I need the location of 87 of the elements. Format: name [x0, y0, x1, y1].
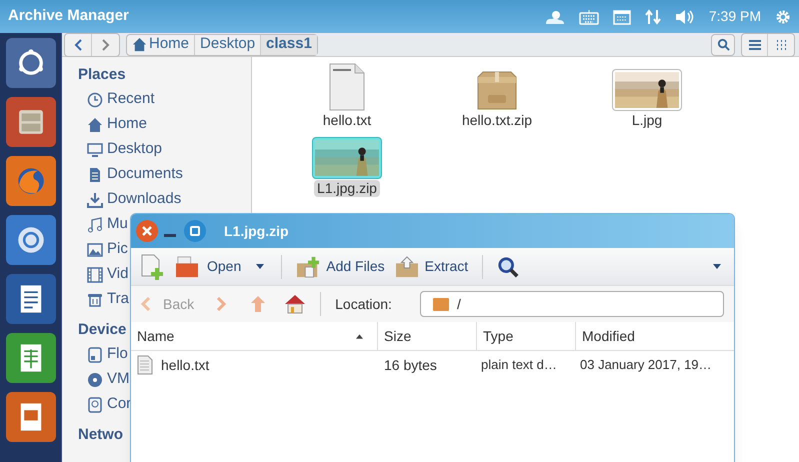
open-button[interactable]: Open	[171, 252, 246, 282]
arrow-up-icon	[250, 295, 266, 313]
sidebar-item[interactable]: Home	[78, 112, 148, 137]
search-icon	[497, 256, 520, 278]
caret-icon	[256, 264, 264, 269]
file-name[interactable]: L.jpg	[628, 112, 666, 129]
new-file-icon	[141, 254, 163, 280]
document-icon[interactable]	[6, 274, 56, 324]
sidebar-item[interactable]: Downloads	[78, 187, 182, 212]
presentation-icon[interactable]	[6, 392, 56, 442]
package-icon	[475, 71, 519, 111]
box-plus-icon	[296, 256, 320, 278]
breadcrumb[interactable]: class1	[261, 34, 317, 54]
location-label: Location:	[335, 294, 392, 314]
maximize-button[interactable]	[184, 220, 206, 242]
close-icon	[142, 226, 152, 236]
sidebar-item[interactable]: Cor	[78, 392, 132, 417]
chevron-left-icon	[74, 38, 82, 50]
dash-icon[interactable]	[6, 38, 56, 88]
chevron-right-icon	[102, 38, 110, 50]
hard-drive-icon	[87, 396, 103, 412]
sidebar-heading: Netwo	[78, 425, 123, 445]
close-button[interactable]	[136, 220, 158, 242]
music-note-icon	[87, 216, 103, 232]
file-cabinet-icon[interactable]	[6, 97, 56, 147]
sidebar-item[interactable]: Vid	[78, 262, 128, 287]
search-icon	[716, 38, 730, 51]
browser-icon[interactable]	[6, 156, 56, 206]
sidebar-heading: Places	[78, 65, 126, 85]
file-name[interactable]: L1.jpg.zip	[314, 180, 380, 197]
sidebar-item[interactable]: Recent	[78, 87, 155, 112]
file-name[interactable]: hello.txt	[320, 112, 374, 129]
trash-icon	[87, 292, 103, 308]
keyboard-icon[interactable]	[578, 8, 599, 24]
disc-icon	[87, 372, 103, 388]
sidebar-item[interactable]: VM	[78, 367, 130, 392]
settings-icon[interactable]	[775, 8, 791, 24]
download-icon	[87, 192, 103, 208]
image-icon	[87, 242, 103, 258]
sidebar-item[interactable]: Desktop	[78, 137, 162, 162]
home-button[interactable]	[284, 294, 306, 314]
folder-icon	[175, 256, 199, 278]
location-field[interactable]: /	[420, 291, 724, 317]
text-file-icon	[329, 63, 365, 111]
sidebar-item[interactable]: Flo	[78, 342, 128, 367]
table-cell-text: plain text d…	[480, 356, 558, 374]
table-cell-text: 03 January 2017, 19…	[579, 356, 713, 374]
table-cell-text: 16 bytes	[383, 356, 438, 375]
file-name[interactable]: hello.txt.zip	[458, 112, 536, 129]
window-title: Archive Manager	[8, 6, 129, 26]
breadcrumb[interactable]: Home	[127, 34, 196, 54]
sidebar-item[interactable]: Documents	[78, 162, 183, 187]
text-file-icon	[137, 355, 153, 375]
extract-button[interactable]: Extract	[392, 252, 470, 282]
table-cell-text: hello.txt	[161, 356, 210, 374]
volume-icon[interactable]	[674, 8, 695, 24]
ring-icon[interactable]	[6, 215, 56, 265]
menu-icon	[748, 40, 760, 50]
sidebar-item[interactable]: Tra	[78, 287, 129, 312]
chevron-left-icon	[141, 297, 151, 311]
column-header[interactable]: Type	[477, 322, 576, 350]
column-header[interactable]: Modified	[576, 322, 734, 350]
film-icon	[87, 266, 103, 282]
caret-icon	[713, 264, 721, 269]
monitor-icon	[87, 142, 103, 158]
clock-icon	[87, 92, 103, 108]
sidebar-item[interactable]: Pic	[78, 237, 128, 262]
sidebar-item[interactable]: Mu	[78, 212, 128, 237]
sidebar-heading: Device	[78, 320, 126, 340]
column-header[interactable]: Name	[131, 322, 378, 350]
column-header[interactable]: Size	[378, 322, 477, 350]
file-row[interactable]: hello.txt 16 bytes plain text d… 03 January 2017, 19…	[131, 351, 734, 379]
new-archive-button[interactable]	[139, 252, 165, 282]
house-icon	[284, 294, 306, 314]
folder-icon	[432, 297, 449, 311]
calendar-icon[interactable]	[612, 8, 631, 24]
grid-icon	[776, 40, 786, 50]
home-icon	[87, 116, 103, 132]
chevron-right-icon	[216, 297, 226, 311]
home-icon	[132, 37, 147, 52]
spreadsheet-icon[interactable]	[6, 333, 56, 383]
drive-icon	[87, 346, 103, 362]
window-title: L1.jpg.zip	[224, 222, 289, 241]
box-arrow-icon	[394, 256, 419, 278]
document-icon	[87, 166, 103, 182]
network-arrows-icon[interactable]	[644, 8, 661, 24]
add-files-button[interactable]: Add Files	[294, 252, 387, 282]
